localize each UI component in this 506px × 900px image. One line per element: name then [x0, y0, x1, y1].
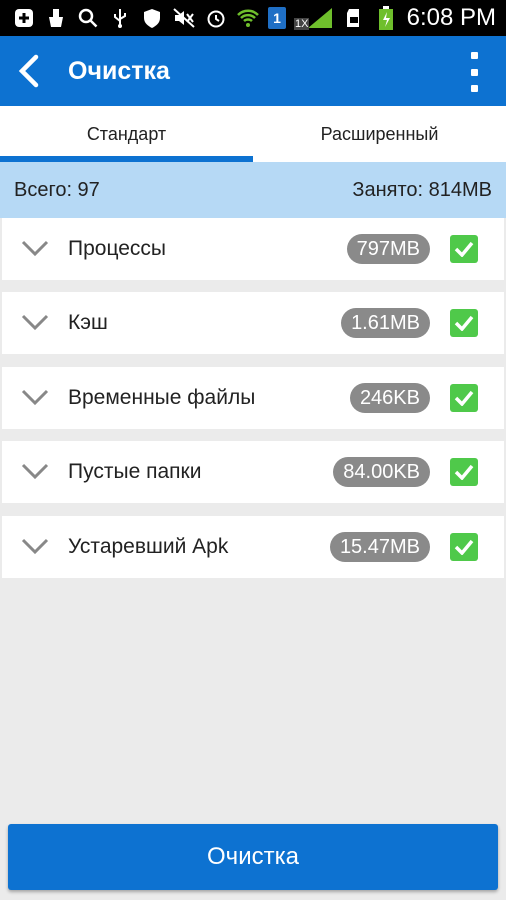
- menu-dot-icon: [470, 68, 478, 76]
- chevron-down-icon[interactable]: [20, 385, 50, 409]
- menu-dot-icon: [470, 85, 478, 92]
- item-label: Устаревший Apk: [68, 535, 229, 558]
- sim-1-icon: 1: [268, 7, 286, 29]
- item-checkbox[interactable]: [450, 458, 478, 486]
- wifi-icon: [236, 6, 260, 30]
- back-button[interactable]: [0, 36, 56, 106]
- item-label: Пустые папки: [68, 460, 202, 483]
- checkmark-icon: [454, 390, 474, 406]
- menu-dot-icon: [470, 52, 478, 59]
- used-size: Занято: 814MB: [352, 178, 492, 201]
- tab-standard[interactable]: Стандарт: [0, 106, 253, 162]
- notification-icons: 1 1X: [0, 6, 398, 30]
- item-checkbox[interactable]: [450, 309, 478, 337]
- tab-advanced[interactable]: Расширенный: [253, 106, 506, 162]
- status-bar: 1 1X 6:08 PM: [0, 0, 506, 36]
- app-title: Очистка: [68, 56, 170, 85]
- chevron-down-icon[interactable]: [20, 236, 50, 260]
- size-badge: 797MB: [346, 234, 430, 264]
- summary-bar: Всего: 97 Занято: 814MB: [0, 162, 506, 218]
- checkmark-icon: [454, 539, 474, 555]
- network-label: 1X: [294, 18, 310, 30]
- clock: 6:08 PM: [406, 4, 496, 31]
- add-notification-icon: [12, 6, 36, 30]
- item-label: Кэш: [68, 311, 108, 334]
- item-checkbox[interactable]: [450, 235, 478, 263]
- chevron-down-icon[interactable]: [20, 534, 50, 558]
- checkmark-icon: [454, 315, 474, 331]
- usb-icon: [108, 6, 132, 30]
- item-label: Процессы: [68, 237, 167, 260]
- item-checkbox[interactable]: [450, 384, 478, 412]
- tab-bar: Стандарт Расширенный: [0, 106, 506, 162]
- list-item-temp-files[interactable]: Временные файлы 246KB: [2, 367, 504, 429]
- battery-charging-icon: [374, 6, 398, 30]
- list-item-cache[interactable]: Кэш 1.61MB: [2, 292, 504, 354]
- back-arrow-icon: [18, 54, 39, 88]
- list-item-processes[interactable]: Процессы 797MB: [2, 218, 504, 280]
- checkmark-icon: [454, 241, 474, 257]
- overflow-menu-button[interactable]: [464, 52, 484, 92]
- chevron-down-icon[interactable]: [20, 459, 50, 483]
- total-count: Всего: 97: [14, 178, 100, 201]
- mute-icon: [172, 6, 196, 30]
- size-badge: 84.00KB: [333, 457, 430, 487]
- list-item-obsolete-apk[interactable]: Устаревший Apk 15.47MB: [2, 516, 504, 578]
- app-bar: Очистка: [0, 36, 506, 106]
- sd-card-icon: [342, 6, 366, 30]
- item-checkbox[interactable]: [450, 533, 478, 561]
- shield-icon: [140, 6, 164, 30]
- sim-label: 1: [273, 10, 281, 26]
- size-badge: 15.47MB: [329, 532, 430, 562]
- checkmark-icon: [454, 464, 474, 480]
- item-label: Временные файлы: [68, 386, 256, 409]
- cleaner-icon: [44, 6, 68, 30]
- status-right: 6:08 PM: [407, 4, 506, 32]
- clean-button[interactable]: Очистка: [8, 824, 498, 890]
- size-badge: 246KB: [349, 383, 430, 413]
- alarm-icon: [204, 6, 228, 30]
- chevron-down-icon[interactable]: [20, 310, 50, 334]
- signal-icon: 1X: [294, 6, 334, 30]
- list-item-empty-folders[interactable]: Пустые папки 84.00KB: [2, 441, 504, 503]
- size-badge: 1.61MB: [341, 308, 430, 338]
- search-icon: [76, 6, 100, 30]
